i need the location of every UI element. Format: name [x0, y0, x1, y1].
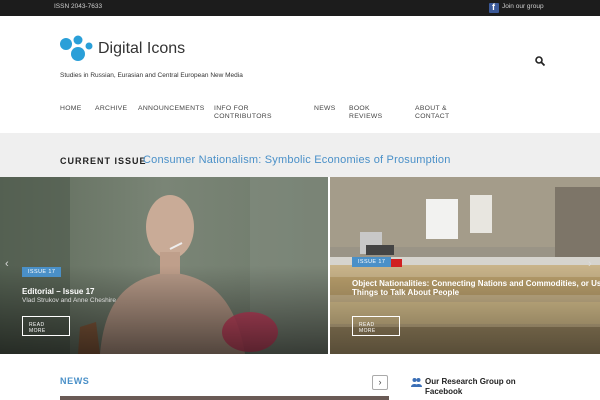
search-icon[interactable] — [534, 55, 546, 67]
read-more-button[interactable]: READ MORE — [352, 316, 400, 336]
site-tagline: Studies in Russian, Eurasian and Central… — [60, 72, 243, 79]
main-nav: Home Archive Announcements Info for Contr… — [0, 100, 600, 130]
nav-announcements[interactable]: Announcements — [138, 105, 205, 113]
slide-title[interactable]: Object Nationalities: Connecting Nations… — [352, 279, 600, 288]
read-more-button[interactable]: READ MORE — [22, 316, 70, 336]
slide-title-line2[interactable]: Things to Talk About People — [352, 288, 459, 297]
digital-icons-logo[interactable] — [58, 34, 94, 62]
current-issue-title[interactable]: Consumer Nationalism: Symbolic Economies… — [143, 154, 451, 166]
slide-authors: Vlad Strukov and Anne Cheshire — [22, 297, 116, 304]
current-issue-label: CURRENT ISSUE — [60, 156, 147, 166]
news-heading: NEWS — [60, 376, 90, 386]
slide-object-nationalities[interactable]: ISSUE 17 Object Nationalities: Connectin… — [330, 177, 600, 354]
carousel-prev-icon[interactable]: ‹ — [5, 258, 9, 270]
site-title[interactable]: Digital Icons — [98, 40, 185, 58]
nav-home[interactable]: Home — [60, 105, 82, 113]
carousel-next-icon[interactable]: › — [588, 258, 592, 270]
nav-archive[interactable]: Archive — [95, 105, 127, 113]
join-group-link[interactable]: Join our group — [502, 3, 544, 10]
top-bar: ISSN 2043-7633 f Join our group — [0, 0, 600, 16]
slide-editorial[interactable]: ISSUE 17 Editorial – Issue 17 Vlad Struk… — [0, 177, 328, 354]
nav-news[interactable]: News — [314, 105, 336, 113]
nav-book-reviews[interactable]: Book Reviews — [349, 105, 382, 121]
nav-info-for-contributors[interactable]: Info for Contributors — [214, 105, 272, 121]
facebook-icon[interactable]: f — [489, 2, 499, 13]
sidebar-group-title[interactable]: Our Research Group on Facebook — [425, 377, 535, 397]
slide-issue-badge[interactable]: ISSUE 17 — [22, 267, 62, 277]
news-next-button[interactable]: › — [372, 375, 388, 390]
slide-issue-badge[interactable]: ISSUE 17 — [352, 257, 392, 267]
issn-text: ISSN 2043-7633 — [54, 3, 103, 10]
news-thumbnail-strip[interactable] — [60, 396, 389, 400]
slide-title[interactable]: Editorial – Issue 17 — [22, 287, 94, 296]
nav-about-contact[interactable]: About & Contact — [415, 105, 449, 121]
users-icon — [411, 378, 422, 387]
